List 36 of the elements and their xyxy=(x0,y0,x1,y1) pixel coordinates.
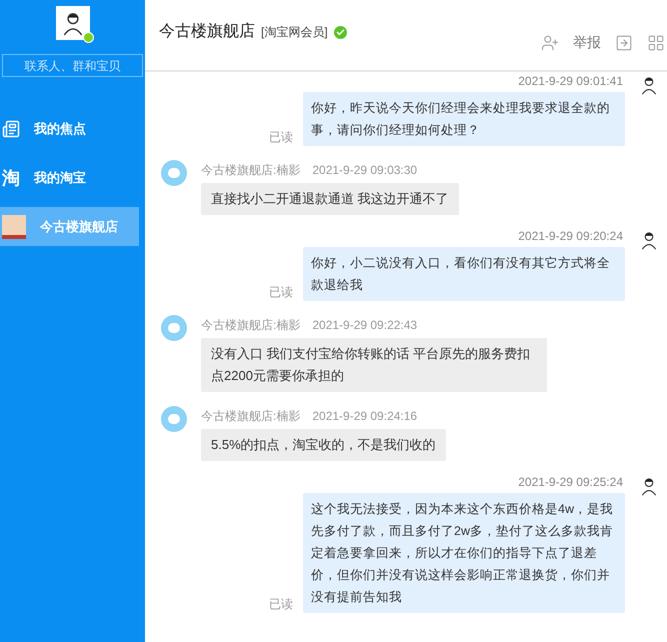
sidebar-item[interactable]: 淘 我的淘宝 xyxy=(0,158,139,197)
sent-message-bubble: 这个我无法接受，因为本来这个东西价格是4w，是我先多付了款，而且多付了2w多，垫付了这么多款我肯定着急要拿回来，所以才在你们的指导下点了退差价，但你们并没有说这样会影响正常退换货，你们并没有提前告知我 xyxy=(303,493,625,613)
received-message-bubble: 直接找小二开通退款通道 我这边开通不了 xyxy=(201,183,459,215)
online-status-icon xyxy=(82,32,94,43)
sender-name: 今古楼旗舰店:楠影 xyxy=(201,408,300,425)
read-status: 已读 xyxy=(269,596,293,613)
message-time: 2021-9-29 09:25:24 xyxy=(518,475,623,489)
message-time: 2021-9-29 09:22:43 xyxy=(312,317,418,334)
message-time: 2021-9-29 09:01:41 xyxy=(518,74,623,88)
sent-message-bubble: 你好，小二说没有入口，看你们有没有其它方式将全款退给我 xyxy=(303,247,625,301)
sidebar-item[interactable]: 我的焦点 xyxy=(0,109,139,148)
received-message-bubble: 5.5%的扣点，淘宝收的，不是我们收的 xyxy=(201,429,446,461)
read-status: 已读 xyxy=(269,129,293,146)
taobao-icon: 淘 xyxy=(2,168,20,186)
profile-avatar[interactable] xyxy=(56,6,90,40)
message-time: 2021-9-29 09:03:30 xyxy=(312,162,418,179)
member-label: [淘宝网会员] xyxy=(261,24,328,41)
read-status: 已读 xyxy=(269,284,293,301)
grid-icon[interactable] xyxy=(647,34,665,52)
shop-title: 今古楼旗舰店 xyxy=(159,22,255,42)
seller-avatar xyxy=(161,160,187,186)
news-icon xyxy=(2,120,20,138)
forward-icon[interactable] xyxy=(615,34,633,52)
sent-message-bubble: 你好，昨天说今天你们经理会来处理我要求退全款的事，请问你们经理如何处理？ xyxy=(303,92,625,146)
received-message-bubble: 没有入口 我们支付宝给你转账的话 平台原先的服务费扣点2200元需要你承担的 xyxy=(201,338,547,392)
sender-name: 今古楼旗舰店:楠影 xyxy=(201,162,300,179)
sidebar-item[interactable]: 今古楼旗舰店 xyxy=(0,207,139,246)
sender-name: 今古楼旗舰店:楠影 xyxy=(201,317,300,334)
message-time: 2021-9-29 09:20:24 xyxy=(518,229,623,243)
shop-logo-placeholder xyxy=(2,214,26,238)
seller-avatar xyxy=(161,315,187,341)
message-time: 2021-9-29 09:24:16 xyxy=(312,408,418,425)
seller-avatar xyxy=(161,406,187,432)
search-field[interactable]: 联系人、群和宝贝 xyxy=(2,54,143,77)
add-contact-icon[interactable] xyxy=(541,34,559,52)
report-button[interactable]: 举报 xyxy=(573,32,601,53)
